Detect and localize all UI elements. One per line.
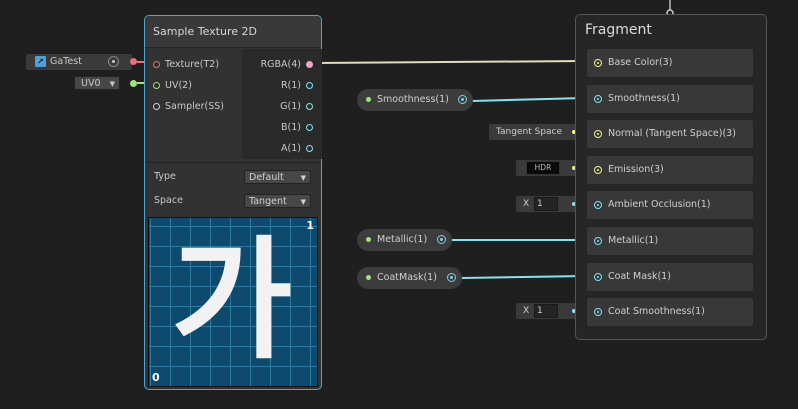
port-dot-icon	[594, 166, 602, 174]
preview-mip-top: 1	[306, 219, 314, 232]
texture-output-port[interactable]	[130, 58, 137, 65]
ao-axis-label: X	[523, 199, 530, 209]
tangent-space-field[interactable]: Tangent Space	[489, 124, 579, 140]
metallic-output-port[interactable]	[437, 235, 446, 244]
block-coat-smoothness[interactable]: Coat Smoothness(1)	[587, 298, 753, 326]
port-dot-icon	[594, 130, 602, 138]
output-port-a[interactable]: A(1)	[281, 142, 313, 156]
output-port-b[interactable]: B(1)	[281, 121, 313, 135]
wire-rgba-basecolor	[313, 60, 586, 64]
tangent-space-label: Tangent Space	[496, 127, 562, 137]
preview-glyph: 가	[171, 224, 293, 378]
port-dot-icon	[594, 59, 602, 67]
input-port-sampler[interactable]: Sampler(SS)	[153, 100, 224, 114]
node-settings: Type Default ▼ Space Tangent ▼	[145, 162, 321, 215]
ao-value-field[interactable]: X 1	[516, 196, 579, 212]
node-title: Sample Texture 2D	[145, 16, 321, 48]
space-value: Tangent	[249, 196, 287, 207]
port-dot-icon	[306, 124, 313, 131]
port-dot-icon	[594, 201, 602, 209]
wire-smoothness	[471, 97, 586, 102]
ao-value-input[interactable]: 1	[534, 197, 558, 211]
output-port-rgba[interactable]: RGBA(4)	[261, 58, 313, 72]
hdr-color-field[interactable]: HDR	[516, 160, 579, 176]
block-smoothness[interactable]: Smoothness(1)	[587, 85, 753, 113]
coat-smoothness-value-field[interactable]: X 1	[516, 303, 579, 319]
fragment-context-node[interactable]: Fragment Base Color(3) Smoothness(1) Nor…	[575, 14, 767, 340]
texture-input-label: GaTest	[50, 56, 82, 67]
output-port-r[interactable]: R(1)	[281, 79, 313, 93]
chevron-down-icon: ▼	[300, 198, 306, 206]
port-dot-icon	[306, 145, 313, 152]
fragment-title: Fragment	[585, 22, 652, 38]
block-normal-tangent[interactable]: Normal (Tangent Space)(3)	[587, 120, 753, 148]
port-dot-icon	[306, 103, 313, 110]
port-dot-icon	[594, 95, 602, 103]
space-dropdown[interactable]: Tangent ▼	[244, 194, 311, 208]
port-dot-icon	[594, 237, 602, 245]
smoothness-property-label: Smoothness(1)	[377, 94, 449, 105]
block-emission[interactable]: Emission(3)	[587, 156, 753, 184]
port-dot-icon	[594, 273, 602, 281]
smoothness-property-node[interactable]: Smoothness(1)	[357, 89, 473, 111]
port-dot-icon	[153, 82, 160, 89]
wire-coatmask	[461, 275, 586, 279]
input-port-uv[interactable]: UV(2)	[153, 79, 192, 93]
object-picker-icon[interactable]	[108, 56, 119, 67]
uv-channel-dropdown[interactable]: UV0 ▼	[74, 76, 120, 90]
smoothness-output-port[interactable]	[458, 95, 467, 104]
coatmask-property-label: CoatMask(1)	[377, 272, 437, 283]
uv-output-port[interactable]	[130, 80, 137, 87]
coat-smoothness-value-input[interactable]: 1	[534, 304, 558, 318]
texture-asset-icon: ↗	[35, 56, 46, 67]
metallic-property-node[interactable]: Metallic(1)	[357, 229, 452, 251]
coat-axis-label: X	[523, 306, 530, 316]
port-dot-icon	[306, 82, 313, 89]
type-dropdown[interactable]: Default ▼	[244, 170, 311, 184]
texture-preview: 가 1 0	[148, 217, 318, 387]
type-label: Type	[154, 171, 176, 182]
block-metallic[interactable]: Metallic(1)	[587, 227, 753, 255]
type-value: Default	[249, 172, 284, 183]
hdr-label: HDR	[526, 161, 560, 175]
texture-property-input[interactable]: ↗ GaTest	[26, 54, 132, 70]
sample-texture-2d-node[interactable]: Sample Texture 2D Texture(T2) UV(2) Samp…	[144, 15, 322, 390]
block-ambient-occlusion[interactable]: Ambient Occlusion(1)	[587, 191, 753, 219]
port-dot-icon	[153, 103, 160, 110]
metallic-property-label: Metallic(1)	[377, 234, 428, 245]
coatmask-property-node[interactable]: CoatMask(1)	[357, 267, 462, 289]
output-port-g[interactable]: G(1)	[280, 100, 313, 114]
property-dot-icon	[366, 97, 371, 102]
uv-channel-value: UV0	[81, 78, 101, 89]
property-dot-icon	[366, 275, 371, 280]
coatmask-output-port[interactable]	[447, 273, 456, 282]
chevron-down-icon: ▼	[300, 174, 306, 182]
port-dot-icon	[153, 61, 160, 68]
port-dot-icon	[594, 308, 602, 316]
space-label: Space	[154, 195, 183, 206]
preview-mip-bottom: 0	[152, 371, 160, 384]
chevron-down-icon: ▼	[109, 80, 115, 88]
port-dot-icon	[306, 61, 313, 68]
block-base-color[interactable]: Base Color(3)	[587, 49, 753, 77]
property-dot-icon	[366, 237, 371, 242]
input-port-texture[interactable]: Texture(T2)	[153, 58, 219, 72]
block-coat-mask[interactable]: Coat Mask(1)	[587, 263, 753, 291]
